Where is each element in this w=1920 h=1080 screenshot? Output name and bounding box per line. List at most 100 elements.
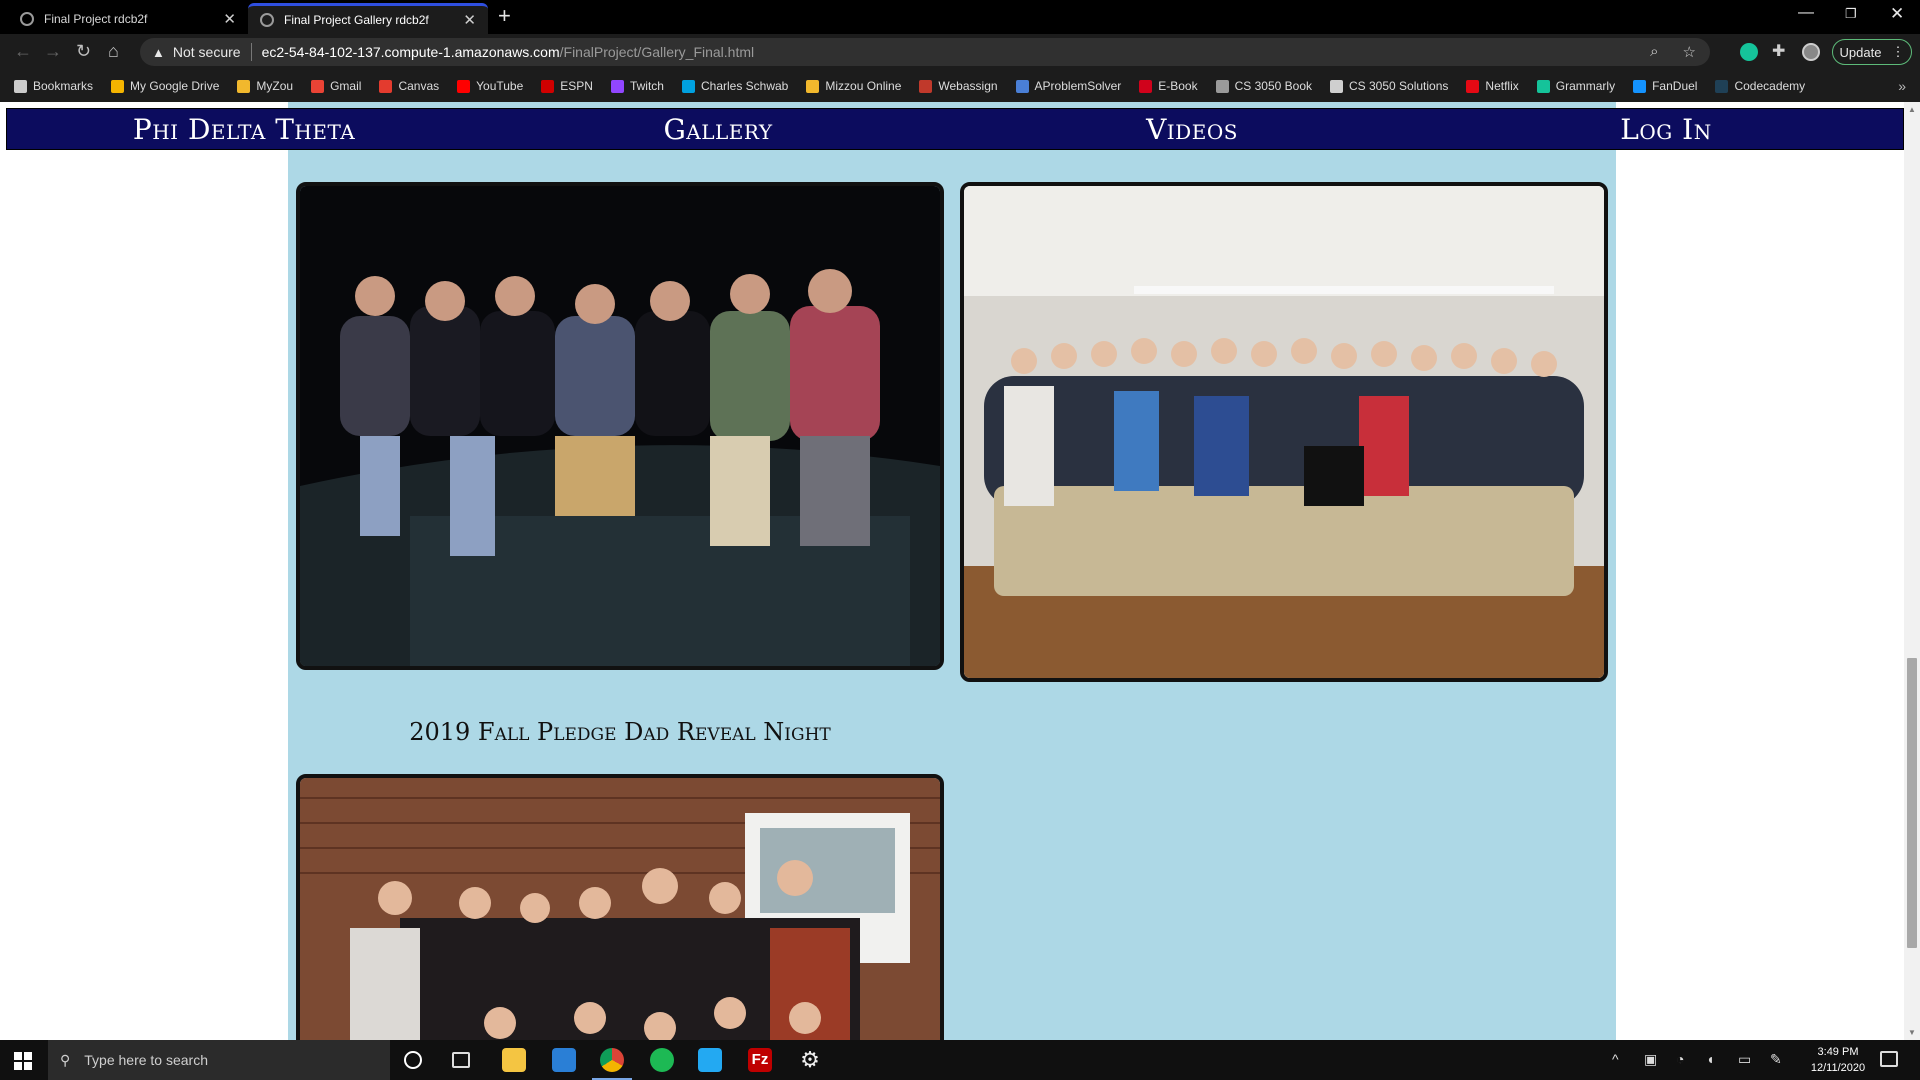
bookmark-item[interactable]: AProblemSolver — [1015, 79, 1122, 93]
chrome-icon[interactable] — [600, 1048, 624, 1072]
bookmark-item[interactable]: E-Book — [1139, 79, 1198, 93]
tab-final-project[interactable]: Final Project rdcb2f ✕ — [8, 3, 248, 34]
ebook-icon — [1139, 79, 1153, 93]
taskbar-search-box[interactable]: ⚲ Type here to search — [48, 1040, 390, 1080]
tab-title: Final Project rdcb2f — [44, 11, 148, 26]
back-arrow-icon[interactable]: ← — [14, 41, 32, 61]
notification-center-icon[interactable] — [1880, 1051, 1898, 1067]
bookmark-item[interactable]: Bookmarks — [14, 79, 93, 93]
system-clock[interactable]: 3:49 PM 12/11/2020 — [1800, 1044, 1876, 1076]
profile-avatar[interactable] — [1802, 43, 1820, 61]
bookmark-item[interactable]: CS 3050 Solutions — [1330, 79, 1448, 93]
bookmark-item[interactable]: Webassign — [919, 79, 998, 93]
vscode-icon[interactable] — [698, 1048, 722, 1072]
windows-start-icon[interactable] — [14, 1052, 32, 1070]
bookmark-item[interactable]: MyZou — [237, 79, 293, 93]
bookmark-item[interactable]: Canvas — [379, 79, 439, 93]
bookmarks-bar: Bookmarks My Google Drive MyZou Gmail Canvas… — [0, 70, 1920, 102]
grammarly-extension-icon[interactable] — [1740, 43, 1758, 61]
scrollbar-thumb[interactable] — [1907, 658, 1917, 948]
photo-caption: 2019 Fall Pledge Dad Reveal Night — [409, 718, 831, 746]
bookmark-item[interactable]: ESPN — [541, 79, 593, 93]
security-tray-icon[interactable]: ▣ — [1644, 1051, 1657, 1068]
nav-link-log-in[interactable]: Log In — [1429, 109, 1903, 149]
cortana-icon[interactable] — [404, 1051, 422, 1069]
url-host[interactable]: ec2-54-84-102-137.compute-1.amazonaws.co… — [262, 44, 560, 60]
mizzou-tiger-icon — [237, 79, 251, 93]
bookmark-label: E-Book — [1158, 79, 1198, 93]
bookmark-item[interactable]: My Google Drive — [111, 79, 219, 93]
wifi-icon[interactable]: ◔ — [1676, 1051, 1684, 1067]
bookmark-item[interactable]: CS 3050 Book — [1215, 79, 1312, 93]
spotify-icon[interactable] — [650, 1048, 674, 1072]
extensions-puzzle-icon[interactable]: ✚ — [1772, 41, 1790, 60]
url-path[interactable]: /FinalProject/Gallery_Final.html — [560, 44, 755, 60]
star-icon[interactable]: ☆ — [1683, 43, 1696, 61]
settings-gear-icon[interactable]: ⚙ — [798, 1048, 822, 1072]
close-tab-icon[interactable]: ✕ — [223, 10, 236, 28]
bookmark-label: Webassign — [938, 79, 998, 93]
bookmark-item[interactable]: Netflix — [1466, 79, 1519, 93]
windows-taskbar: ⚲ Type here to search Fz ⚙ ^ ▣ ◔ ◖ ▭ ✎ 3… — [0, 1040, 1920, 1080]
gallery-photo-night-group — [296, 182, 944, 670]
nav-link-gallery[interactable]: Gallery — [481, 109, 955, 149]
bookmark-label: Twitch — [629, 79, 664, 93]
bookmark-label: AProblemSolver — [1034, 79, 1122, 93]
webassign-icon — [919, 79, 933, 93]
bookmark-label: CS 3050 Book — [1234, 79, 1312, 93]
page-viewport: Phi Delta Theta Gallery Videos Log In 20… — [0, 102, 1920, 1040]
screen: Final Project rdcb2f ✕ Final Project Gal… — [0, 0, 1920, 1080]
scroll-up-arrow-icon[interactable]: ▲ — [1908, 105, 1916, 114]
bookmark-label: ESPN — [560, 79, 593, 93]
battery-icon[interactable]: ▭ — [1738, 1051, 1751, 1068]
nav-link-videos[interactable]: Videos — [955, 109, 1429, 149]
mizzou-tiger-icon — [806, 79, 820, 93]
address-bar[interactable]: ▲ Not secure ec2-54-84-102-137.compute-1… — [140, 38, 1710, 66]
bookmark-label: FanDuel — [1652, 79, 1698, 93]
security-label[interactable]: Not secure — [173, 44, 241, 60]
page-scrollbar[interactable]: ▲ ▼ — [1904, 102, 1920, 1040]
volume-icon[interactable]: ◖ — [1706, 1051, 1714, 1067]
bookmark-item[interactable]: Grammarly — [1536, 79, 1615, 93]
bookmarks-overflow-icon[interactable]: » — [1898, 78, 1906, 94]
mail-icon[interactable] — [552, 1048, 576, 1072]
file-explorer-icon[interactable] — [502, 1048, 526, 1072]
bookmark-item[interactable]: Charles Schwab — [681, 79, 789, 93]
schwab-icon — [681, 79, 695, 93]
bookmark-item[interactable]: Codecademy — [1715, 79, 1805, 93]
search-icon[interactable]: ⌕ — [1650, 43, 1658, 61]
chevron-up-icon[interactable]: ^ — [1612, 1051, 1619, 1067]
home-icon[interactable]: ⌂ — [108, 41, 119, 61]
tab-title: Final Project Gallery rdcb2f — [284, 13, 429, 27]
codecademy-icon — [1715, 79, 1729, 93]
nav-link-home[interactable]: Phi Delta Theta — [7, 109, 481, 149]
close-tab-icon[interactable]: ✕ — [463, 11, 476, 29]
new-tab-button[interactable]: + — [498, 5, 511, 27]
bookmark-item[interactable]: Mizzou Online — [806, 79, 901, 93]
bookmark-label: Charles Schwab — [700, 79, 789, 93]
aproblemsolver-icon — [1015, 79, 1029, 93]
site-nav: Phi Delta Theta Gallery Videos Log In — [6, 108, 1904, 150]
scroll-down-arrow-icon[interactable]: ▼ — [1908, 1028, 1916, 1037]
minimize-button[interactable]: — — [1798, 4, 1814, 22]
bookmark-item[interactable]: FanDuel — [1633, 79, 1697, 93]
pen-icon[interactable]: ✎ — [1770, 1051, 1782, 1068]
warning-icon[interactable]: ▲ — [152, 45, 165, 60]
bookmark-item[interactable]: Gmail — [311, 79, 361, 93]
close-window-button[interactable]: ✕ — [1890, 4, 1904, 24]
tab-final-project-gallery[interactable]: Final Project Gallery rdcb2f ✕ — [248, 3, 488, 34]
grammarly-icon — [1536, 79, 1550, 93]
browser-tab-strip: Final Project rdcb2f ✕ Final Project Gal… — [0, 0, 1920, 34]
forward-arrow-icon[interactable]: → — [44, 41, 62, 61]
youtube-icon — [457, 79, 471, 93]
filezilla-icon[interactable]: Fz — [748, 1048, 772, 1072]
update-label: Update — [1839, 44, 1882, 60]
globe-icon — [1215, 79, 1229, 93]
restore-button[interactable]: ❐ — [1845, 6, 1857, 22]
bookmark-item[interactable]: YouTube — [457, 79, 523, 93]
gallery-photo-large-group — [960, 182, 1608, 682]
update-button[interactable]: Update ⋮ — [1832, 39, 1912, 65]
task-view-icon[interactable] — [452, 1052, 470, 1068]
reload-icon[interactable]: ↻ — [76, 41, 91, 61]
bookmark-item[interactable]: Twitch — [610, 79, 664, 93]
